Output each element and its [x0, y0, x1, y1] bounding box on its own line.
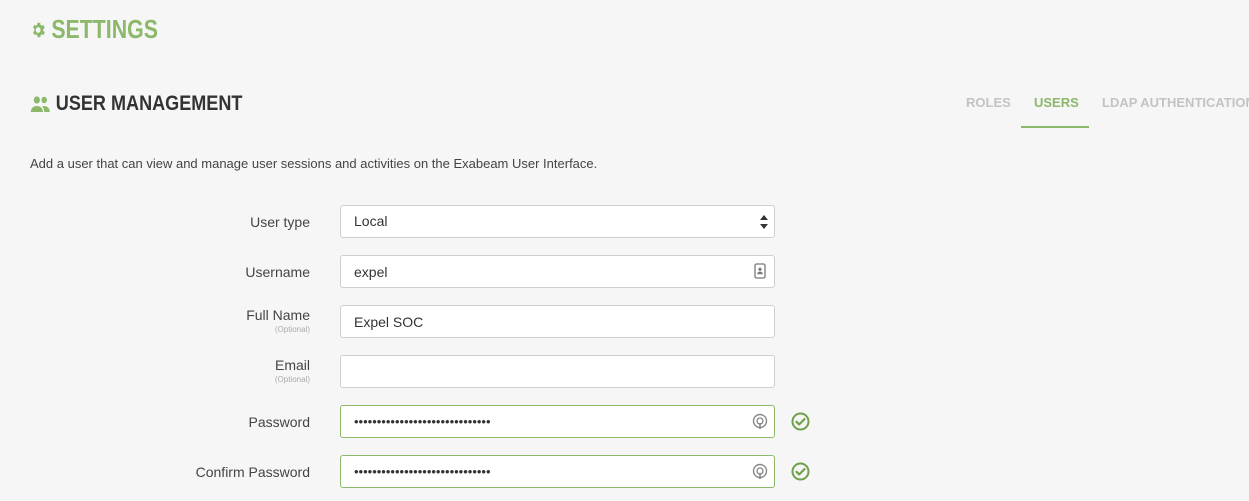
- gear-icon: [33, 22, 45, 37]
- full-name-field[interactable]: [340, 305, 775, 338]
- check-circle-icon: [791, 412, 810, 431]
- full-name-label-text: Full Name: [246, 307, 310, 323]
- user-type-select[interactable]: Local: [340, 205, 775, 238]
- email-optional-hint: (Optional): [274, 375, 310, 384]
- email-field[interactable]: [340, 355, 775, 388]
- full-name-row: Full Name (Optional): [0, 305, 1249, 341]
- check-circle-icon: [791, 462, 810, 481]
- contact-card-icon: [754, 263, 766, 279]
- tab-bar: ROLES USERS LDAP AUTHENTICATION: [0, 95, 1249, 131]
- confirm-password-row: Confirm Password •••••••••••••••••••••••…: [0, 455, 1249, 491]
- confirm-password-label: Confirm Password: [195, 464, 310, 480]
- confirm-password-value: ••••••••••••••••••••••••••••••: [354, 464, 491, 479]
- password-reveal-icon[interactable]: [751, 463, 769, 481]
- username-row: Username: [0, 255, 1249, 291]
- tab-roles[interactable]: ROLES: [966, 95, 1011, 110]
- confirm-password-field[interactable]: ••••••••••••••••••••••••••••••: [340, 455, 775, 488]
- username-field[interactable]: [340, 255, 775, 288]
- full-name-optional-hint: (Optional): [274, 325, 310, 334]
- tab-ldap-authentication[interactable]: LDAP AUTHENTICATION: [1102, 95, 1249, 110]
- full-name-label: Full Name (Optional): [246, 307, 310, 334]
- user-type-row: User type Local: [0, 205, 1249, 241]
- tab-users[interactable]: USERS: [1034, 95, 1079, 110]
- username-label: Username: [245, 264, 310, 280]
- password-row: Password ••••••••••••••••••••••••••••••: [0, 405, 1249, 441]
- page-description: Add a user that can view and manage user…: [30, 156, 598, 171]
- email-row: Email (Optional): [0, 355, 1249, 391]
- password-reveal-icon[interactable]: [751, 413, 769, 431]
- password-value: ••••••••••••••••••••••••••••••: [354, 414, 491, 429]
- active-tab-indicator: [1021, 126, 1089, 128]
- page-title-text: SETTINGS: [51, 14, 158, 44]
- email-label: Email (Optional): [275, 357, 310, 384]
- email-label-text: Email: [274, 357, 310, 373]
- password-label: Password: [248, 414, 310, 430]
- page-title: SETTINGS: [30, 14, 158, 45]
- user-type-value: Local: [354, 213, 388, 229]
- user-type-label: User type: [250, 214, 310, 230]
- password-field[interactable]: ••••••••••••••••••••••••••••••: [340, 405, 775, 438]
